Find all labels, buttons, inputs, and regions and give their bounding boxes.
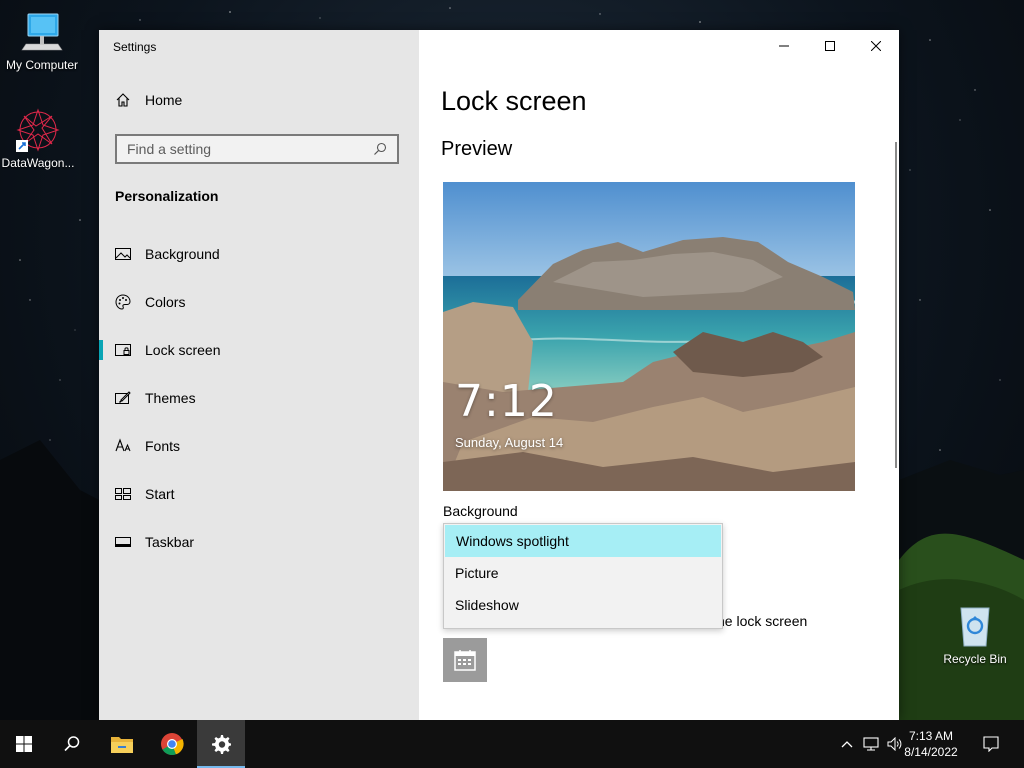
dropdown-option-picture[interactable]: Picture bbox=[444, 557, 722, 589]
home-label: Home bbox=[145, 92, 183, 108]
windows-logo-icon bbox=[16, 736, 32, 752]
recycle-bin-icon bbox=[951, 602, 999, 650]
computer-icon bbox=[18, 8, 66, 56]
settings-window: Settings Home Personalization Background bbox=[99, 30, 899, 720]
calendar-icon bbox=[454, 650, 476, 671]
home-link[interactable]: Home bbox=[115, 92, 182, 108]
preview-heading: Preview bbox=[441, 138, 513, 160]
lock-screen-preview: 7:12 Sunday, August 14 bbox=[443, 182, 855, 491]
taskbar-search-button[interactable] bbox=[48, 720, 96, 768]
palette-icon bbox=[115, 294, 131, 310]
calendar-app-tile[interactable] bbox=[443, 638, 487, 682]
desktop-icon-my-computer[interactable]: My Computer bbox=[0, 8, 84, 72]
sidebar-item-background[interactable]: Background bbox=[99, 230, 419, 278]
settings-sidebar: Settings Home Personalization Background bbox=[99, 30, 419, 720]
taskbar-settings[interactable] bbox=[197, 720, 245, 768]
lock-screen-icon bbox=[115, 342, 131, 358]
partial-setting-text: he lock screen bbox=[717, 613, 808, 629]
sidebar-item-themes[interactable]: Themes bbox=[99, 374, 419, 422]
sidebar-item-colors[interactable]: Colors bbox=[99, 278, 419, 326]
desktop-icon-label: My Computer bbox=[5, 58, 79, 72]
taskbar-icon bbox=[115, 534, 131, 550]
section-title: Personalization bbox=[115, 188, 219, 204]
desktop-icon-datawagon[interactable]: DataWagon... bbox=[0, 106, 80, 170]
sidebar-item-label: Background bbox=[145, 246, 220, 262]
sidebar-item-label: Fonts bbox=[145, 438, 181, 454]
tray-network[interactable] bbox=[860, 720, 882, 768]
start-button[interactable] bbox=[0, 720, 48, 768]
search-icon bbox=[64, 736, 80, 752]
desktop-icon-label: DataWagon... bbox=[1, 156, 75, 170]
preview-date: Sunday, August 14 bbox=[455, 435, 564, 450]
brush-icon bbox=[115, 390, 131, 406]
dropdown-option-windows-spotlight[interactable]: Windows spotlight bbox=[445, 525, 721, 557]
background-dropdown-list[interactable]: Windows spotlight Picture Slideshow bbox=[443, 523, 723, 629]
sidebar-item-fonts[interactable]: Fonts bbox=[99, 422, 419, 470]
gear-icon bbox=[212, 735, 231, 754]
desktop-icon-label: Recycle Bin bbox=[943, 652, 1007, 666]
sidebar-item-taskbar[interactable]: Taskbar bbox=[99, 518, 419, 566]
home-icon bbox=[116, 93, 130, 107]
taskbar-clock[interactable]: 7:13 AM 8/14/2022 bbox=[896, 728, 966, 760]
taskbar: 7:13 AM 8/14/2022 bbox=[0, 720, 1024, 768]
sidebar-item-label: Start bbox=[145, 486, 175, 502]
sidebar-item-label: Colors bbox=[145, 294, 186, 310]
background-label: Background bbox=[443, 503, 518, 519]
sidebar-nav: Background Colors Lock screen Themes Fon… bbox=[99, 230, 419, 566]
sidebar-item-start[interactable]: Start bbox=[99, 470, 419, 518]
page-title: Lock screen bbox=[441, 86, 587, 116]
datawagon-shortcut-icon bbox=[14, 106, 62, 154]
folder-icon bbox=[111, 737, 133, 753]
search-box[interactable] bbox=[115, 134, 399, 164]
dropdown-option-slideshow[interactable]: Slideshow bbox=[444, 589, 722, 621]
chrome-icon bbox=[161, 733, 184, 756]
start-icon bbox=[115, 486, 131, 502]
preview-time: 7:12 bbox=[455, 376, 558, 427]
font-icon bbox=[115, 438, 131, 454]
action-center-button[interactable] bbox=[976, 720, 1006, 768]
network-icon bbox=[863, 737, 879, 751]
sidebar-item-label: Themes bbox=[145, 390, 196, 406]
tray-chevron[interactable] bbox=[838, 720, 856, 768]
search-icon[interactable] bbox=[373, 142, 387, 156]
search-input[interactable] bbox=[127, 141, 373, 157]
content-scrollbar[interactable] bbox=[895, 142, 897, 468]
clock-time: 7:13 AM bbox=[908, 729, 954, 743]
window-title: Settings bbox=[113, 40, 157, 54]
settings-content: Lock screen Preview 7:12 Sunday, August … bbox=[419, 30, 899, 720]
sidebar-item-lock-screen[interactable]: Lock screen bbox=[99, 326, 419, 374]
sidebar-item-label: Lock screen bbox=[145, 342, 221, 358]
taskbar-file-explorer[interactable] bbox=[98, 720, 146, 768]
desktop-icon-recycle-bin[interactable]: Recycle Bin bbox=[933, 602, 1017, 666]
sidebar-item-label: Taskbar bbox=[145, 534, 195, 550]
taskbar-chrome[interactable] bbox=[148, 720, 196, 768]
chevron-up-icon bbox=[841, 741, 853, 748]
clock-date: 8/14/2022 bbox=[904, 745, 958, 759]
notification-icon bbox=[983, 736, 999, 752]
picture-icon bbox=[115, 246, 131, 262]
